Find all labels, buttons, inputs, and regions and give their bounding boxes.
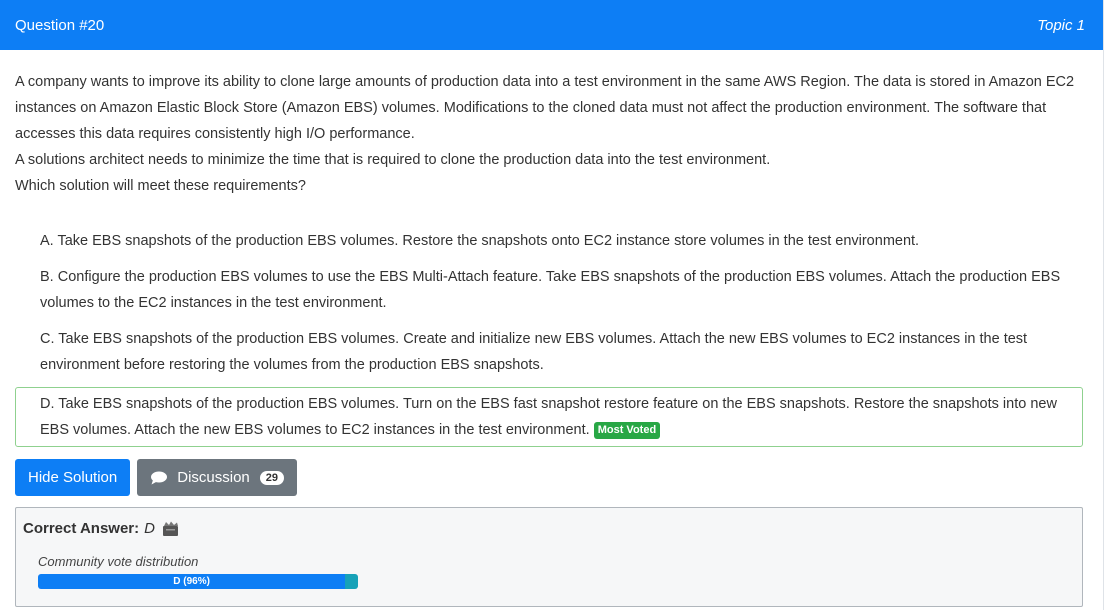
vote-distribution-label: Community vote distribution xyxy=(38,554,199,569)
comment-icon xyxy=(151,471,168,484)
reveal-solution-icon[interactable] xyxy=(162,521,180,537)
question-card: Question #20 Topic 1 A company wants to … xyxy=(0,0,1104,610)
question-text: A company wants to improve its ability t… xyxy=(15,69,1083,199)
choice-d[interactable]: D. Take EBS snapshots of the production … xyxy=(15,387,1083,447)
answer-panel: Correct Answer: D Community vote distrib… xyxy=(15,507,1083,607)
vote-bar-fill-d: D (96%) xyxy=(38,574,346,589)
question-paragraph: A solutions architect needs to minimize … xyxy=(15,152,771,168)
correct-answer-label: Correct Answer: xyxy=(23,520,140,537)
choice-b[interactable]: B. Configure the production EBS volumes … xyxy=(15,263,1083,317)
choice-text: D. Take EBS snapshots of the production … xyxy=(40,396,1057,438)
choice-list: A. Take EBS snapshots of the production … xyxy=(15,227,1083,447)
hide-solution-button[interactable]: Hide Solution xyxy=(15,459,131,496)
question-body: A company wants to improve its ability t… xyxy=(0,50,1103,607)
topic-label: Topic 1 xyxy=(1037,16,1085,34)
action-bar: Hide Solution Discussion 29 xyxy=(15,459,1083,496)
question-paragraph: Which solution will meet these requireme… xyxy=(15,178,306,194)
correct-answer-value: D xyxy=(144,520,155,537)
question-number: Question #20 xyxy=(15,16,105,34)
choice-text: A. Take EBS snapshots of the production … xyxy=(40,233,920,249)
question-paragraph: A company wants to improve its ability t… xyxy=(15,74,1075,142)
discussion-label: Discussion xyxy=(177,469,250,486)
correct-answer-line: Correct Answer: D xyxy=(23,520,1075,537)
vote-bar-fill-other xyxy=(345,574,358,589)
discussion-button[interactable]: Discussion 29 xyxy=(137,459,298,496)
discussion-count: 29 xyxy=(259,470,285,485)
choice-text: B. Configure the production EBS volumes … xyxy=(40,269,1061,311)
vote-bar-text: D (96%) xyxy=(173,576,210,587)
choice-a[interactable]: A. Take EBS snapshots of the production … xyxy=(15,227,1083,255)
most-voted-badge: Most Voted xyxy=(593,422,661,439)
question-header: Question #20 Topic 1 xyxy=(0,0,1103,50)
vote-distribution-bar: D (96%) xyxy=(38,574,358,589)
hide-solution-label: Hide Solution xyxy=(28,469,118,486)
choice-c[interactable]: C. Take EBS snapshots of the production … xyxy=(15,325,1083,379)
choice-text: C. Take EBS snapshots of the production … xyxy=(40,331,1028,373)
